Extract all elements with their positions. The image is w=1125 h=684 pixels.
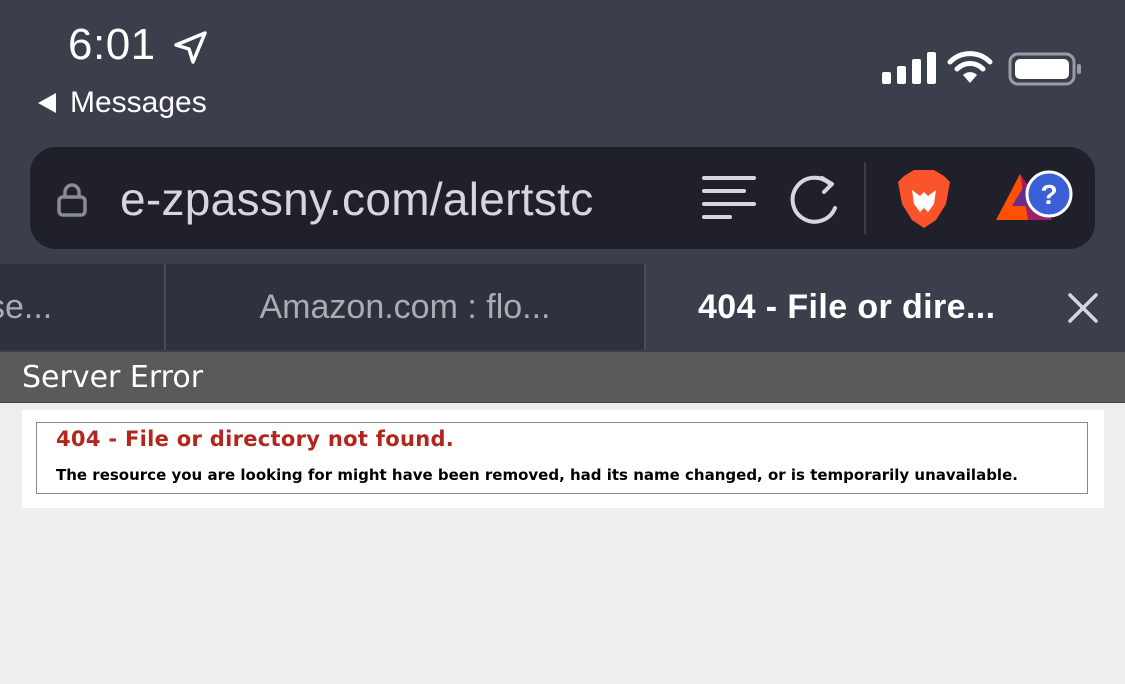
location-arrow-icon [174,31,207,64]
error-title: 404 - File or directory not found. [56,427,455,451]
back-to-messages[interactable]: Messages [38,86,207,120]
signal-icon [882,52,936,84]
brave-lion-icon[interactable] [896,168,952,230]
tab-label: 404 - File or dire... [698,287,996,326]
reload-icon[interactable] [786,172,844,228]
lock-icon [57,183,87,217]
svg-text:?: ? [1040,179,1057,210]
close-icon[interactable] [1067,292,1099,324]
tab-amazon[interactable]: Amazon.com : flo... [166,264,646,350]
tab-label: Amazon.com : flo... [259,287,551,326]
server-error-header: Server Error [0,352,1125,403]
wifi-icon [947,51,993,83]
tab-previous[interactable]: se... [0,264,166,350]
back-label: Messages [70,86,207,119]
battery-icon [1008,52,1081,86]
tab-strip: se... Amazon.com : flo... 404 - File or … [0,264,1125,350]
page-title: Server Error [22,360,204,395]
url-text[interactable]: e-zpassny.com/alertstc [120,172,594,226]
toolbar-divider [864,162,866,234]
tab-active[interactable]: 404 - File or dire... [646,264,1125,350]
error-box: 404 - File or directory not found. The r… [36,422,1088,494]
error-panel: 404 - File or directory not found. The r… [22,410,1104,508]
back-triangle-icon [38,93,56,113]
clock: 6:01 [68,20,156,69]
error-message: The resource you are looking for might h… [56,466,1018,484]
reader-mode-icon[interactable] [700,174,758,224]
tab-label: se... [0,287,53,326]
bat-rewards-icon[interactable]: ? [994,168,1078,230]
